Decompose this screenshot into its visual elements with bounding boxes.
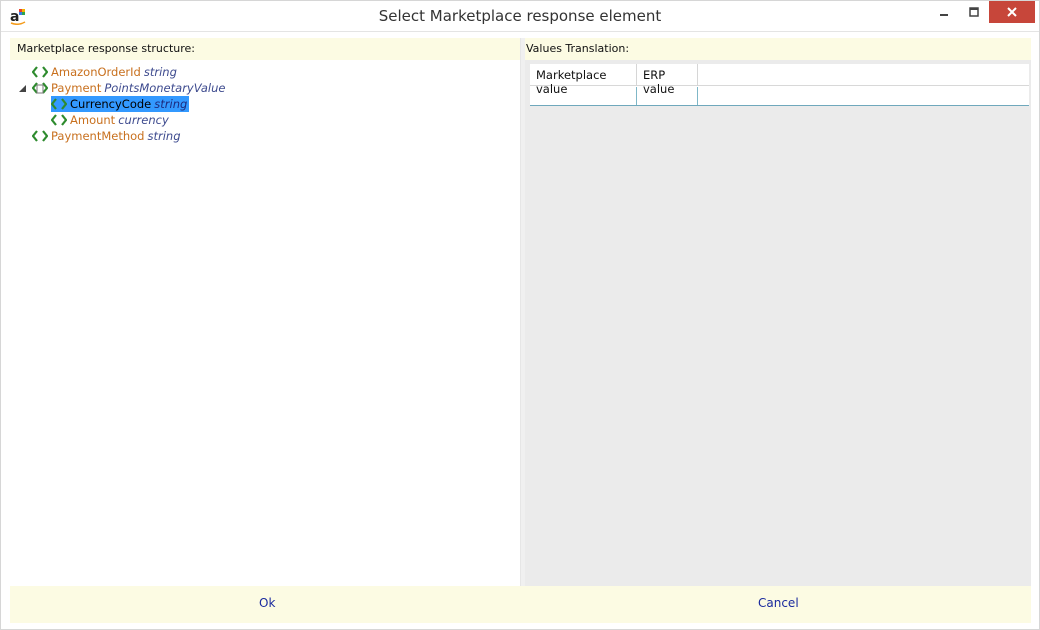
grid-new-row-cell-erp[interactable] bbox=[637, 87, 698, 105]
tree-item-type: PointsMonetaryValue bbox=[104, 81, 226, 95]
tree-item-name: Payment bbox=[51, 81, 102, 95]
response-structure-header: Marketplace response structure: bbox=[10, 38, 522, 60]
tree-item-type: string bbox=[147, 129, 181, 143]
minimize-button[interactable] bbox=[929, 1, 959, 23]
element-tag-icon bbox=[51, 114, 67, 126]
tree-item-name: Amount bbox=[70, 113, 116, 127]
tree-item-type: string bbox=[154, 97, 188, 111]
tree-item-name: CurrencyCode bbox=[70, 97, 152, 111]
tree-item-type: currency bbox=[118, 113, 169, 127]
column-header-marketplace-value[interactable]: Marketplace value bbox=[530, 64, 637, 96]
element-tag-icon bbox=[51, 98, 67, 110]
grid-row-divider bbox=[530, 105, 1029, 106]
close-icon bbox=[1007, 7, 1017, 17]
dialog-window: a Select Marketplace response element Ma… bbox=[0, 0, 1040, 630]
values-translation-pane: Values Translation: Marketplace value ER… bbox=[525, 38, 1031, 586]
maximize-button[interactable] bbox=[959, 1, 989, 23]
element-tag-icon bbox=[32, 66, 48, 78]
tree-collapse-arrow-icon[interactable] bbox=[18, 84, 27, 93]
column-header-erp-value[interactable]: ERP value bbox=[637, 64, 698, 96]
tree-item-currency-code[interactable]: CurrencyCode string bbox=[51, 96, 190, 112]
cancel-button[interactable]: Cancel bbox=[758, 596, 799, 610]
maximize-icon bbox=[969, 7, 979, 17]
tree-item-name: PaymentMethod bbox=[51, 129, 145, 143]
title-bar[interactable]: a Select Marketplace response element bbox=[1, 1, 1039, 32]
element-tag-icon bbox=[32, 130, 48, 142]
tree-item-type: string bbox=[143, 65, 177, 79]
values-translation-grid[interactable]: Marketplace value ERP value bbox=[530, 64, 1029, 106]
dialog-footer: Ok Cancel bbox=[10, 586, 1031, 623]
close-button[interactable] bbox=[989, 1, 1035, 23]
complex-element-icon bbox=[32, 82, 48, 94]
values-translation-header: Values Translation: bbox=[525, 38, 1031, 60]
tree-item-amazon-order-id[interactable]: AmazonOrderId string bbox=[32, 64, 177, 80]
ok-button[interactable]: Ok bbox=[259, 596, 275, 610]
window-title: Select Marketplace response element bbox=[378, 7, 662, 25]
tree-item-payment[interactable]: Payment PointsMonetaryValue bbox=[32, 80, 225, 96]
grid-header-row: Marketplace value ERP value bbox=[530, 64, 1029, 96]
tree-item-name: AmazonOrderId bbox=[51, 65, 141, 79]
tree-item-payment-method[interactable]: PaymentMethod string bbox=[32, 128, 181, 144]
grid-new-row-cell-marketplace[interactable] bbox=[530, 87, 637, 105]
response-structure-pane: Marketplace response structure: AmazonOr… bbox=[10, 38, 522, 586]
minimize-icon bbox=[940, 14, 948, 16]
response-structure-label: Marketplace response structure: bbox=[17, 42, 195, 55]
values-translation-label: Values Translation: bbox=[526, 42, 630, 55]
tree-item-amount[interactable]: Amount currency bbox=[51, 112, 169, 128]
